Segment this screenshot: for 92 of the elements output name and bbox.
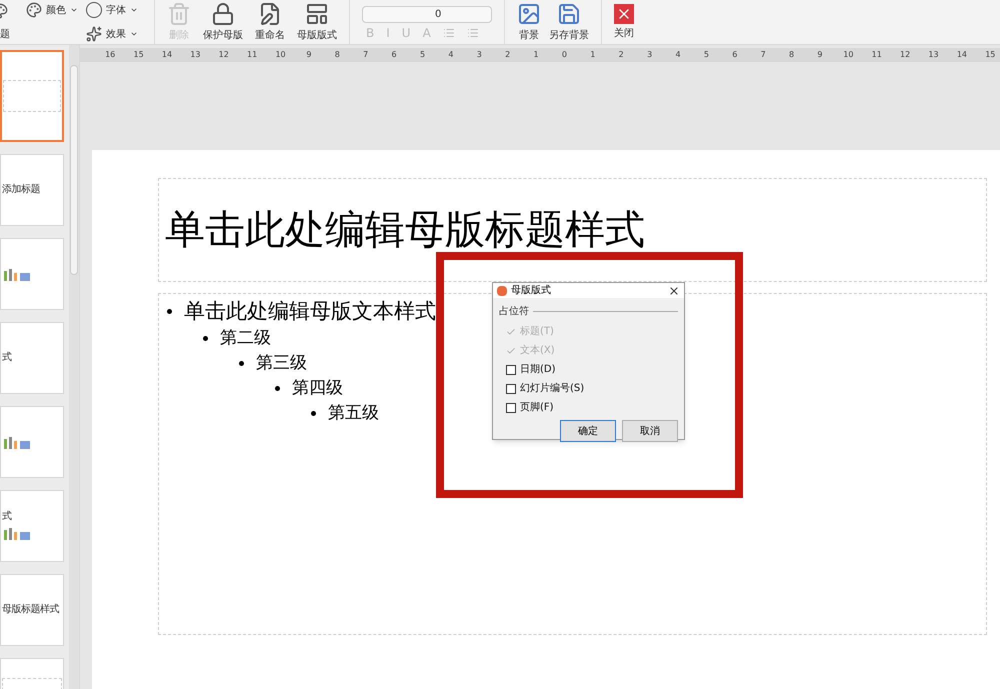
palette-icon [26,2,42,18]
ruler-number: 5 [418,51,426,59]
sparkle-icon [86,26,102,42]
ruler-number: 10 [842,51,854,59]
slide-thumbnail[interactable] [0,238,64,310]
app-icon [497,286,507,296]
checkbox[interactable] [506,384,516,394]
dialog-button[interactable]: 取消 [622,420,678,442]
slide-thumbnail[interactable]: 式 [0,490,64,562]
body-text: 第三级 [256,352,307,375]
ruler-number: 2 [618,51,625,59]
ruler-number: 13 [189,51,202,59]
body-text: 第五级 [328,402,379,425]
ruler-number: 2 [504,51,512,59]
checkbox[interactable] [506,364,516,374]
bullet-icon [275,386,280,391]
background-button[interactable]: 另存背景 [549,2,589,42]
thumbnail-text: 式 [2,512,12,522]
slide-thumbnail[interactable] [0,406,64,478]
font-size-field[interactable]: 0 [362,6,492,22]
scrollbar[interactable] [69,45,79,689]
delete-icon [167,2,191,26]
bullet-icon [311,411,316,416]
body-text: 第二级 [220,327,271,350]
slide-thumbnail[interactable] [0,50,64,142]
ruler-number: 3 [646,51,654,59]
bullet-icon [203,336,208,341]
close-master-button[interactable]: 关闭 [602,4,646,40]
ruler-number: 9 [816,51,824,59]
slide-thumbnail[interactable]: 母版标题样式 [0,574,64,646]
ruler-number: 14 [956,51,968,59]
blank-placeholder [3,80,61,112]
master-button[interactable]: 母版版式 [297,2,337,42]
thumbnail-text: 式 [2,353,12,363]
option-checkbox[interactable]: 幻灯片编号(S) [506,381,671,396]
ruler-number: 13 [927,51,940,59]
group-label: 占位符 [499,304,529,319]
ruler-number: 12 [218,51,230,59]
lock-icon [211,2,235,26]
slide-title: 单击此处编辑母版标题样式 [165,206,645,255]
chart-icon [2,435,32,449]
bullet-icon [239,361,244,366]
ruler-number: 6 [390,51,398,59]
ruler-number: 5 [702,51,710,59]
ruler-number: 4 [447,51,454,59]
ruler-number: 1 [532,51,540,59]
rename-icon [258,2,282,26]
ruler-number: 15 [984,51,996,59]
caret-icon [130,30,138,38]
thumbnail-text: 母版标题样式 [2,605,60,615]
ruler-number: 8 [334,51,341,59]
ruler-number: 11 [870,51,883,59]
background-button[interactable]: 背景 [517,2,541,42]
ruler-number: 1 [589,51,596,59]
body-text: 第四级 [292,377,343,400]
ruler-number: 4 [674,51,682,59]
checkbox[interactable] [506,402,516,412]
slide-thumbnail[interactable]: 式 [0,322,64,394]
ruler-number: 15 [132,51,145,59]
layout-icon [305,2,329,26]
chart-icon [2,526,32,540]
ruler-number: 7 [760,51,767,59]
ruler-number: 3 [476,51,483,59]
ruler-number: 11 [246,51,258,59]
dialog-button[interactable]: 确定 [560,420,616,442]
master-button[interactable]: 保护母版 [203,2,243,42]
ruler-number: 7 [362,51,370,59]
ruler-number: 14 [160,51,174,59]
theme-option-button[interactable]: 效果 [86,24,138,44]
ruler-number: 6 [731,51,738,59]
close-icon[interactable] [668,284,680,296]
background-icon [517,2,541,26]
ruler-number: 9 [305,51,312,59]
body-text: 单击此处编辑母版文本样式 [184,298,436,325]
theme-label[interactable]: 题 [0,26,14,42]
option-checkbox[interactable]: 日期(D) [506,362,671,377]
ruler-number: 0 [560,51,568,59]
ruler-number: 8 [788,51,796,59]
theme-option-button[interactable]: 字体 [86,0,138,20]
ruler-number: 10 [274,51,287,59]
save-icon [557,2,581,26]
thumbnail-text: 添加标题 [2,185,41,195]
ruler-number: 12 [899,51,912,59]
option-checkbox[interactable]: 页脚(F) [506,400,671,415]
chart-icon [2,267,32,281]
master-button[interactable]: 重命名 [255,2,285,42]
caret-icon [130,6,138,14]
caret-icon [70,6,78,14]
slide-thumbnail[interactable]: 添加标题 [0,154,64,226]
ruler-number: 16 [104,51,116,59]
theme-option-button[interactable]: 颜色 [26,0,78,20]
bullet-icon [167,308,172,314]
